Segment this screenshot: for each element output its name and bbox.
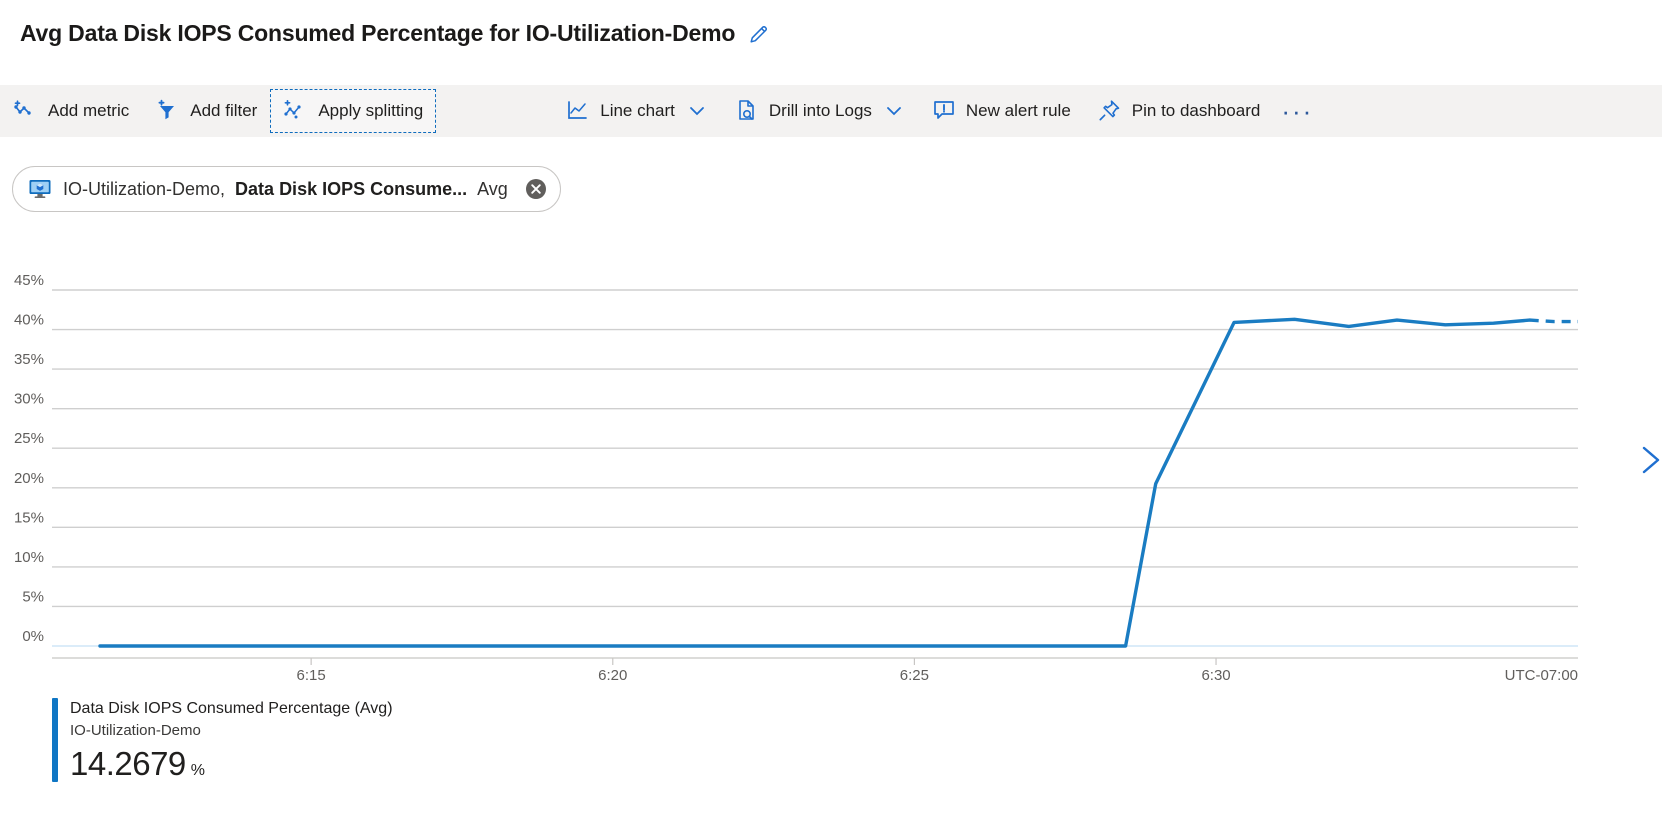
series-line-data-disk-iops: [98, 317, 1532, 648]
pin-to-dashboard-label: Pin to dashboard: [1131, 101, 1261, 120]
y-axis-tick-label: 45%: [14, 272, 44, 289]
metrics-chart-page: Avg Data Disk IOPS Consumed Percentage f…: [0, 0, 1662, 835]
apply-splitting-icon: [284, 99, 301, 119]
y-axis-tick-label: 5%: [22, 588, 44, 605]
chart-series-layer: [98, 317, 1578, 648]
y-axis-tick-label: 35%: [14, 351, 44, 368]
add-filter-icon: [158, 99, 175, 120]
pin-to-dashboard-button[interactable]: Pin to dashboard: [1084, 89, 1274, 133]
metric-chip[interactable]: IO-Utilization-Demo, Data Disk IOPS Cons…: [12, 166, 561, 212]
add-metric-label: Add metric: [48, 101, 130, 120]
y-axis-tick-label: 10%: [14, 549, 44, 566]
timezone-label: UTC-07:00: [1505, 667, 1578, 684]
virtual-machine-icon: [29, 180, 51, 198]
chart-toolbar: Add metric Add filter Apply splitting Li…: [0, 85, 1662, 137]
add-filter-label: Add filter: [190, 101, 258, 120]
close-icon[interactable]: [524, 177, 548, 201]
legend-text-block: Data Disk IOPS Consumed Percentage (Avg)…: [70, 698, 393, 782]
chevron-right-icon[interactable]: [1633, 440, 1662, 480]
chip-resource-label: IO-Utilization-Demo,: [63, 178, 226, 199]
metrics-line-chart[interactable]: 0% 5% 10% 15% 20% 25% 30% 35% 40% 45% 6:15 6:20 6:2…: [0, 258, 1662, 718]
legend-unit: %: [190, 762, 206, 779]
add-metric-icon: [14, 100, 31, 115]
drill-into-logs-button[interactable]: Drill into Logs: [721, 89, 918, 133]
y-axis-tick-label: 40%: [14, 312, 44, 329]
x-axis-tick-label: 6:20: [598, 667, 627, 684]
y-axis-tick-label: 20%: [14, 470, 44, 487]
chart-x-axis-labels: 6:15 6:20 6:25 6:30: [297, 667, 1231, 684]
new-alert-rule-button[interactable]: New alert rule: [918, 89, 1084, 133]
pin-icon: [1099, 100, 1120, 121]
legend-color-swatch: [52, 698, 58, 782]
legend-metric-name: Data Disk IOPS Consumed Percentage (Avg): [70, 700, 393, 717]
pencil-icon[interactable]: [747, 22, 771, 46]
y-axis-tick-label: 15%: [14, 509, 44, 526]
y-axis-tick-label: 25%: [14, 430, 44, 447]
x-axis-tick-label: 6:30: [1201, 667, 1230, 684]
y-axis-tick-label: 30%: [14, 391, 44, 408]
page-title: Avg Data Disk IOPS Consumed Percentage f…: [20, 20, 736, 46]
chevron-down-icon[interactable]: [686, 100, 708, 122]
legend-value-row: 14.2679 %: [70, 746, 393, 782]
drill-into-logs-label: Drill into Logs: [768, 101, 872, 120]
chart-y-axis-labels: 0% 5% 10% 15% 20% 25% 30% 35% 40% 45%: [14, 272, 44, 645]
chart-legend[interactable]: Data Disk IOPS Consumed Percentage (Avg)…: [52, 698, 393, 782]
alert-rule-icon: [934, 101, 954, 119]
apply-splitting-button[interactable]: Apply splitting: [270, 89, 437, 133]
add-filter-button[interactable]: Add filter: [142, 89, 270, 133]
page-title-row: Avg Data Disk IOPS Consumed Percentage f…: [20, 20, 771, 47]
more-options-button[interactable]: ···: [1273, 89, 1321, 133]
chevron-down-icon[interactable]: [883, 100, 905, 122]
apply-splitting-label: Apply splitting: [318, 101, 424, 120]
x-axis-tick-label: 6:15: [297, 667, 326, 684]
chart-canvas[interactable]: 0% 5% 10% 15% 20% 25% 30% 35% 40% 45% 6:15 6:20 6:2…: [0, 258, 1662, 718]
x-axis-tick-label: 6:25: [900, 667, 929, 684]
line-chart-icon: [568, 101, 588, 119]
legend-value: 14.2679: [70, 745, 186, 782]
drill-logs-icon: [739, 100, 754, 120]
chip-aggregation-label: Avg: [477, 178, 508, 199]
y-axis-tick-label: 0%: [22, 628, 44, 645]
metric-chip-row: IO-Utilization-Demo, Data Disk IOPS Cons…: [12, 166, 561, 212]
line-chart-button[interactable]: Line chart: [552, 89, 721, 133]
line-chart-label: Line chart: [600, 101, 675, 120]
add-metric-button[interactable]: Add metric: [0, 89, 142, 133]
chart-gridlines: [52, 289, 1578, 665]
new-alert-rule-label: New alert rule: [965, 101, 1071, 120]
series-line-projected-segment: [1529, 318, 1578, 324]
legend-resource-name: IO-Utilization-Demo: [70, 722, 201, 739]
chip-metric-label: Data Disk IOPS Consume...: [235, 178, 468, 199]
